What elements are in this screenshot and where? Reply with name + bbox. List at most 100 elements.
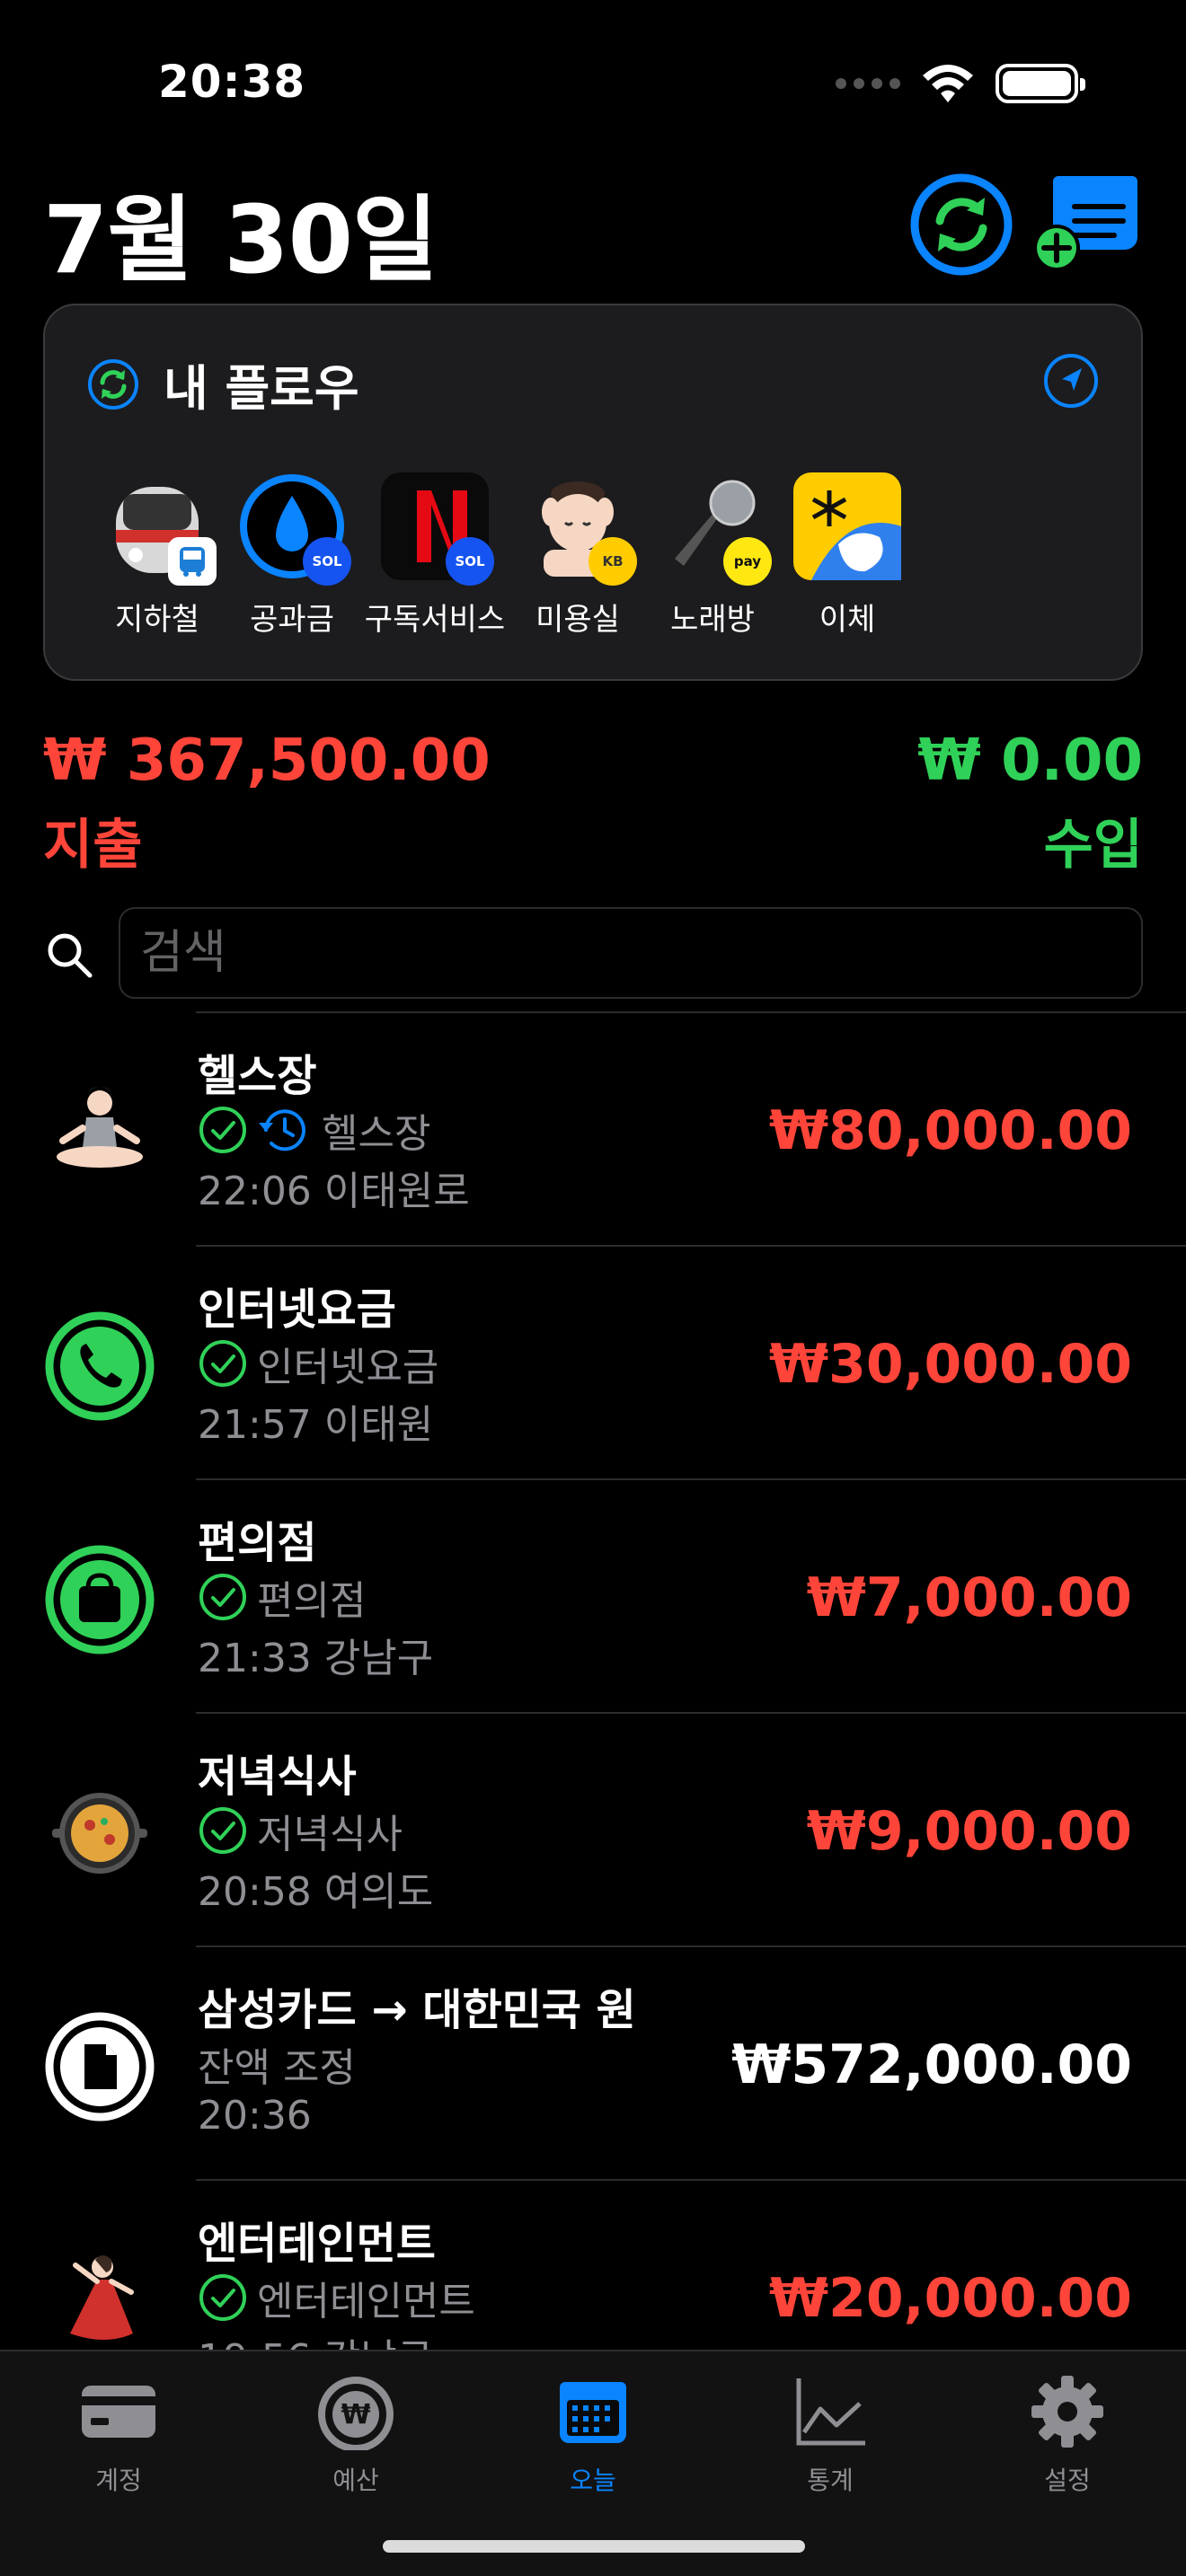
transaction-category: 편의점 — [198, 1568, 366, 1626]
check-circle-icon — [199, 1107, 246, 1153]
category-label: 잔액 조정 — [198, 2045, 356, 2091]
flow-item-transfer[interactable]: 이체 — [780, 472, 915, 639]
gear-icon — [1031, 2376, 1103, 2448]
screen: 20:38 7월 30일 내 플로우 지하철 SOL 공과금 SOL 구독서비스… — [0, 0, 1186, 2576]
flow-header: 내 플로우 — [86, 348, 359, 419]
transaction-amount: ₩80,000.00 — [768, 1099, 1132, 1162]
transaction-amount: ₩572,000.00 — [731, 2033, 1132, 2096]
transaction-name: 편의점 — [198, 1518, 317, 1568]
shopping-bag-icon — [45, 1545, 155, 1654]
expense-total: ₩ 367,500.00 — [43, 728, 491, 794]
transaction-amount: ₩7,000.00 — [806, 1566, 1132, 1629]
transaction-name: 인터넷요금 — [198, 1284, 396, 1335]
calendar-icon — [560, 2382, 626, 2443]
search-icon — [48, 933, 93, 978]
category-label: 엔터테인먼트 — [257, 2279, 475, 2325]
transaction-row[interactable]: 인터넷요금 인터넷요금 21:57 이태원 ₩30,000.00 — [45, 1245, 1186, 1478]
status-indicators — [836, 63, 1085, 104]
category-label: 헬스장 — [322, 1111, 431, 1157]
dancer-icon — [70, 2255, 134, 2340]
flow-item-label: 지하철 — [115, 602, 199, 638]
svg-text:₩: ₩ — [341, 2399, 370, 2430]
transaction-meta: 20:58 여의도 — [198, 1869, 434, 1915]
flow-item-subway[interactable]: 지하철 — [90, 472, 225, 639]
flow-item-subscription[interactable]: SOL 구독서비스 — [359, 472, 510, 639]
flow-item-label: 공과금 — [250, 602, 334, 638]
transaction-list: 헬스장 헬스장 22:06 이태원로 ₩80,000.00 인터넷요금 인터넷요… — [0, 1011, 1186, 2350]
transaction-category: 잔액 조정 — [198, 2035, 356, 2093]
kakaopay-badge: pay — [723, 537, 772, 586]
page-title: 7월 30일 — [43, 185, 438, 295]
category-label: 인터넷요금 — [257, 1345, 439, 1390]
transaction-meta: 19:56 강남구 — [198, 2326, 433, 2350]
transaction-row[interactable]: 헬스장 헬스장 22:06 이태원로 ₩80,000.00 — [57, 1011, 1186, 1245]
check-circle-icon — [199, 2274, 246, 2321]
transaction-category: 엔터테인먼트 — [198, 2269, 475, 2326]
transaction-name: 엔터테인먼트 — [198, 2219, 436, 2269]
category-label: 저녁식사 — [257, 1812, 403, 1857]
transaction-meta: 21:33 강남구 — [198, 1636, 434, 1681]
transaction-amount: ₩9,000.00 — [806, 1800, 1132, 1863]
subway-icon — [103, 472, 217, 586]
transaction-name: 삼성카드 → 대한민국 원 — [198, 1985, 636, 2035]
transaction-amount: ₩20,000.00 — [768, 2267, 1132, 2330]
transfer-app-icon — [793, 472, 901, 580]
income-total: ₩ 0.00 — [917, 728, 1143, 794]
flow-item-label: 구독서비스 — [364, 602, 506, 638]
add-list-icon[interactable] — [1033, 171, 1141, 278]
flow-item-karaoke[interactable]: pay 노래방 — [645, 472, 780, 639]
flow-sync-icon — [88, 358, 138, 410]
microphone-icon: pay — [659, 472, 772, 586]
yoga-person-icon — [57, 1087, 143, 1168]
flow-item-salon[interactable]: KB 미용실 — [510, 472, 645, 639]
category-label: 편의점 — [257, 1578, 367, 1624]
flow-item-utilities[interactable]: SOL 공과금 — [225, 472, 359, 639]
check-circle-icon — [199, 1574, 246, 1620]
recurring-icon — [259, 1109, 305, 1151]
transaction-name: 헬스장 — [198, 1051, 317, 1101]
transaction-category: 인터넷요금 — [198, 1335, 438, 1392]
battery-icon — [996, 64, 1085, 103]
flow-item-label: 노래방 — [670, 602, 755, 638]
transaction-meta: 20:36 — [198, 2093, 312, 2139]
transaction-category: 헬스장 — [198, 1101, 430, 1159]
transaction-row[interactable]: 엔터테인먼트 엔터테인먼트 19:56 강남구 ₩20,000.00 — [70, 2179, 1186, 2350]
sol-bank-badge: SOL — [446, 537, 494, 586]
transaction-meta: 21:57 이태원 — [198, 1402, 434, 1448]
search-input[interactable] — [119, 907, 1143, 999]
home-indicator — [383, 2540, 805, 2553]
check-circle-icon — [199, 1807, 246, 1854]
location-arrow-icon[interactable] — [1042, 352, 1100, 410]
chart-line-icon — [796, 2378, 865, 2446]
transaction-row[interactable]: 삼성카드 → 대한민국 원 잔액 조정 20:36 ₩572,000.00 — [45, 1945, 1186, 2179]
expense-label: 지출 — [43, 814, 143, 877]
status-time: 20:38 — [158, 56, 306, 108]
transaction-row[interactable]: 저녁식사 저녁식사 20:58 여의도 ₩9,000.00 — [52, 1712, 1186, 1945]
tab-label: 통계 — [807, 2466, 854, 2495]
document-icon — [45, 2012, 155, 2122]
budget-gauge-icon: ₩ — [318, 2377, 394, 2450]
my-flow-card: 내 플로우 지하철 SOL 공과금 SOL 구독서비스 KB 미용실 pay 노… — [43, 304, 1143, 681]
tab-label: 설정 — [1044, 2466, 1091, 2495]
tab-settings[interactable]: 설정 — [978, 2373, 1157, 2576]
transaction-meta: 22:06 이태원로 — [198, 1169, 470, 1214]
paella-pan-icon — [52, 1793, 147, 1874]
tab-label: 예산 — [332, 2466, 379, 2495]
income-label: 수입 — [1043, 814, 1143, 877]
transaction-row[interactable]: 편의점 편의점 21:33 강남구 ₩7,000.00 — [45, 1478, 1186, 1712]
phone-icon — [45, 1311, 155, 1421]
wifi-icon — [923, 65, 973, 102]
netflix-icon: SOL — [381, 472, 494, 586]
tab-accounts[interactable]: 계정 — [29, 2373, 208, 2576]
face-massage-icon: KB — [524, 472, 637, 586]
sync-icon[interactable] — [907, 171, 1015, 278]
tab-label: 오늘 — [570, 2466, 616, 2495]
transaction-name: 저녁식사 — [198, 1751, 357, 1802]
water-drop-icon: SOL — [238, 472, 351, 586]
bus-badge — [168, 537, 217, 586]
transaction-category: 저녁식사 — [198, 1802, 403, 1859]
flow-items: 지하철 SOL 공과금 SOL 구독서비스 KB 미용실 pay 노래방 이체 — [90, 472, 915, 639]
tab-label: 계정 — [95, 2466, 142, 2495]
card-icon — [82, 2386, 155, 2438]
check-circle-icon — [199, 1340, 246, 1387]
